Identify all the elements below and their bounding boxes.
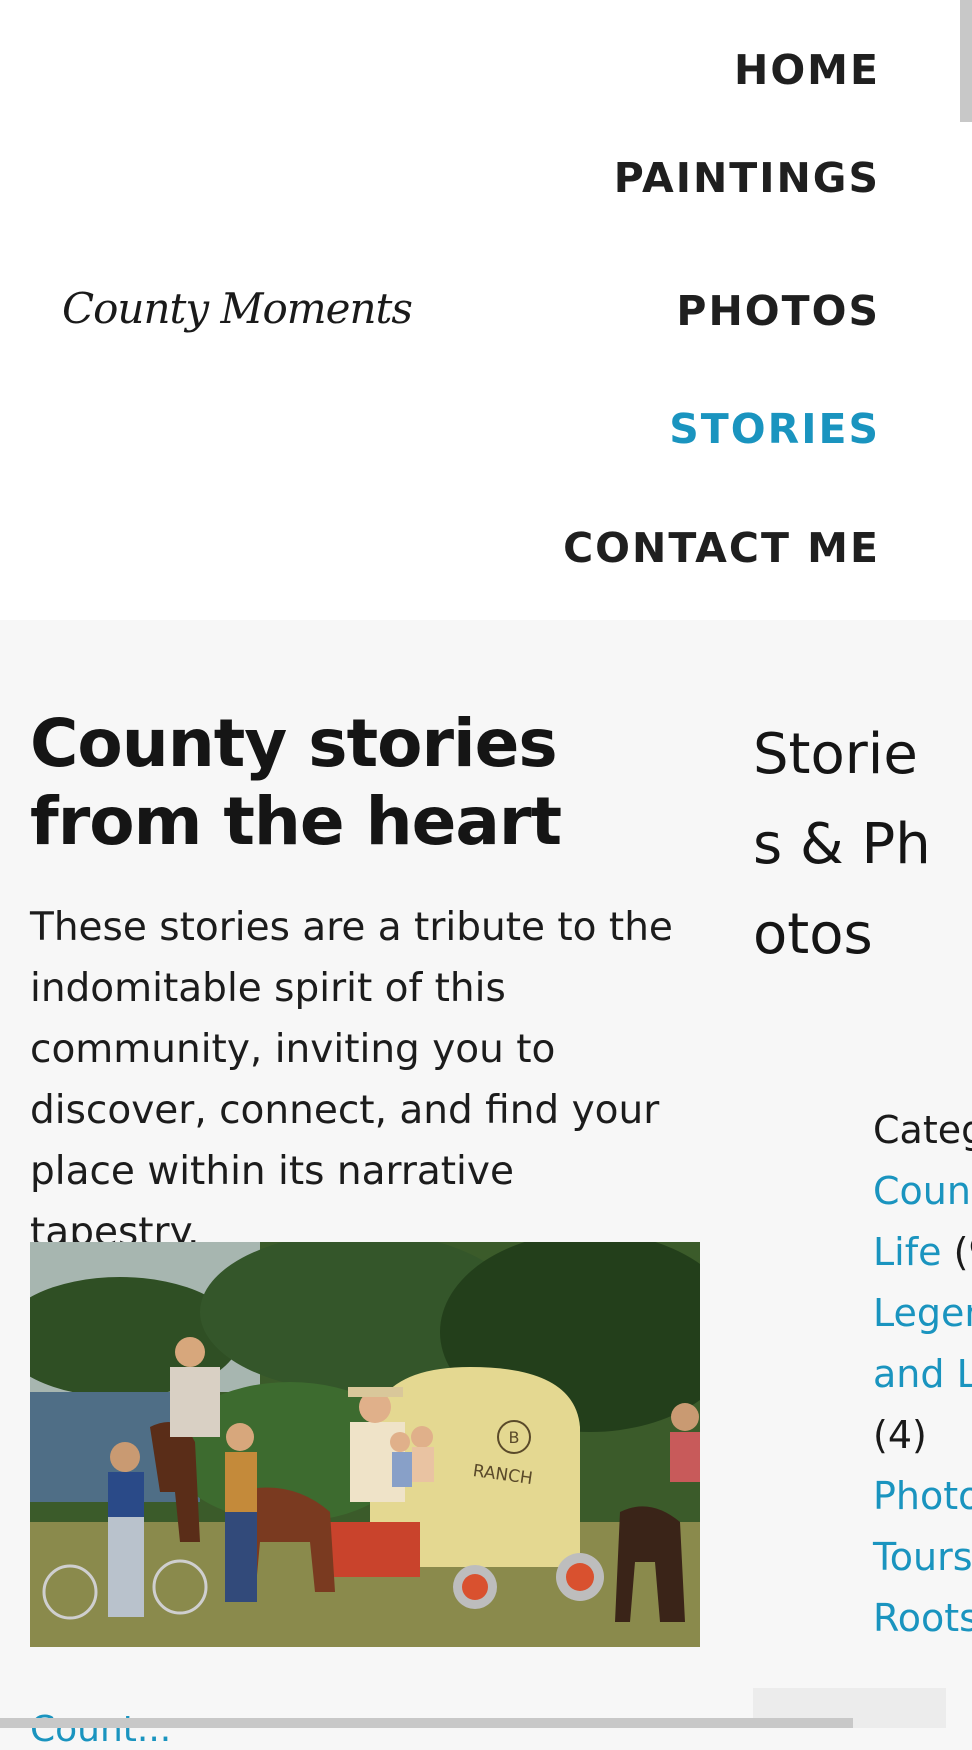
hero-photo: B RANCH <box>30 1242 700 1647</box>
category-link-photo-tours-line3[interactable]: Roots <box>873 1588 972 1649</box>
nav-item-photos[interactable]: PHOTOS <box>676 291 880 332</box>
wagon-sign-letter: B <box>509 1428 520 1447</box>
category-count: (4) <box>873 1413 927 1457</box>
nav-item-contact-me[interactable]: CONTACT ME <box>563 528 880 569</box>
nav-item-home[interactable]: HOME <box>734 50 880 91</box>
scrollbar-thumb[interactable] <box>960 0 972 122</box>
category-link-photo-tours-line2[interactable]: Tours <box>873 1527 972 1588</box>
page-intro: These stories are a tribute to the indom… <box>30 905 673 1255</box>
sidebar-heading: Stories & Photos <box>753 722 931 967</box>
site-logo[interactable]: County Moments <box>62 284 413 333</box>
category-link-legends-line1[interactable]: Legen <box>873 1283 972 1344</box>
category-count: (9 <box>953 1230 972 1274</box>
categories-widget: Categ Count Life (9 Legen and L (4) Phot… <box>873 1100 972 1649</box>
page-title: County stories from the heart <box>30 705 562 860</box>
category-link-legends-line2[interactable]: and L <box>873 1344 972 1405</box>
category-link-county-life-line1[interactable]: Count <box>873 1161 972 1222</box>
category-link-county-life-line2[interactable]: Life <box>873 1230 942 1274</box>
categories-label: Categ <box>873 1108 972 1152</box>
horizontal-scrollbar[interactable] <box>0 1718 853 1728</box>
nav-item-paintings[interactable]: PAINTINGS <box>614 158 880 199</box>
nav-item-stories[interactable]: STORIES <box>669 409 880 450</box>
category-link-photo-tours-line1[interactable]: Photo <box>873 1466 972 1527</box>
site-header: County Moments HOME PAINTINGS PHOTOS STO… <box>0 0 972 620</box>
